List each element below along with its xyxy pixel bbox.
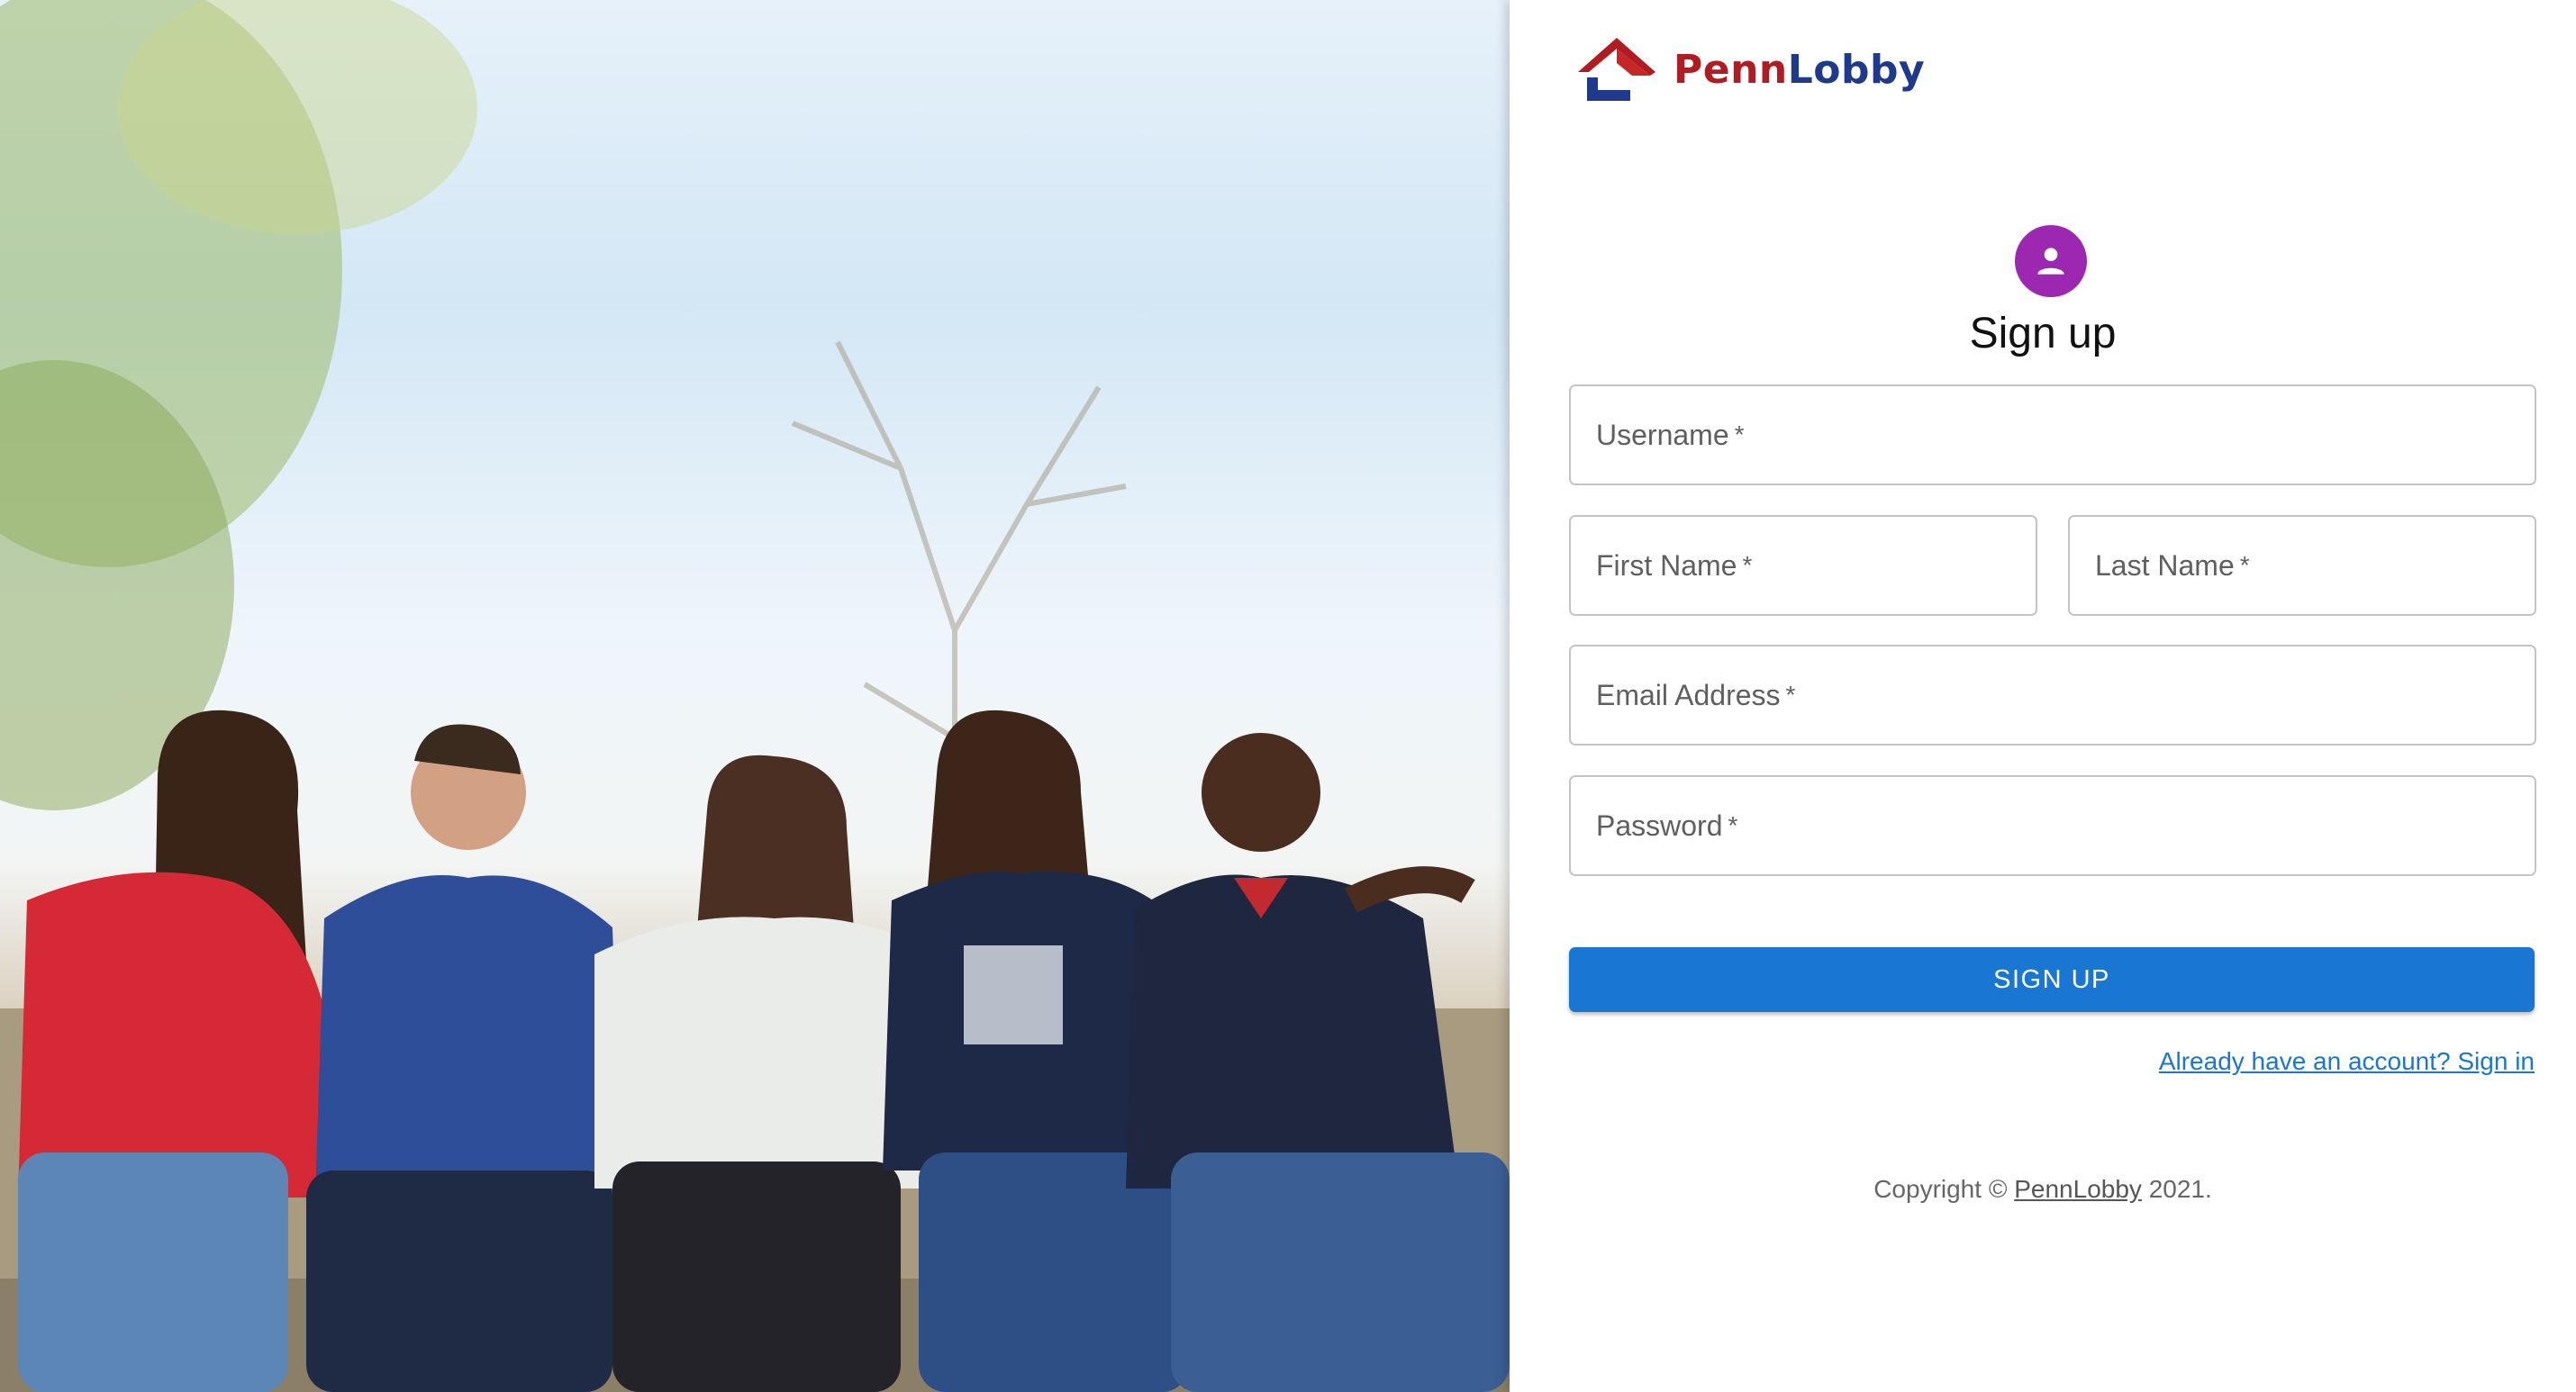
hero-photo <box>0 0 1510 1392</box>
required-marker: * <box>1728 811 1738 839</box>
sign-up-button[interactable]: SIGN UP <box>1569 947 2535 1012</box>
footer-brand-link[interactable]: PennLobby <box>2014 1175 2142 1203</box>
username-label: Username <box>1596 418 1729 451</box>
required-marker: * <box>1742 551 1753 579</box>
signup-panel: PennLobby Sign up Username * First Name * … <box>1510 0 2576 1392</box>
last-name-field[interactable]: Last Name * <box>2068 515 2536 616</box>
page-title: Sign up <box>1969 310 2117 357</box>
copyright-prefix: Copyright © <box>1873 1175 2015 1203</box>
brand-name: PennLobby <box>1673 46 1926 93</box>
first-name-field[interactable]: First Name * <box>1569 515 2037 616</box>
footer-copyright: Copyright © PennLobby 2021. <box>1510 1175 2576 1204</box>
house-icon <box>1578 38 1655 101</box>
group-photo-illustration <box>0 0 1510 1392</box>
person-icon <box>2037 248 2064 275</box>
sign-in-link[interactable]: Already have an account? Sign in <box>2159 1047 2535 1076</box>
last-name-label: Last Name <box>2095 548 2235 582</box>
required-marker: * <box>2239 551 2250 579</box>
username-field[interactable]: Username * <box>1569 384 2536 485</box>
avatar <box>2015 225 2087 297</box>
required-marker: * <box>1734 420 1745 448</box>
copyright-suffix: 2021. <box>2141 1175 2212 1203</box>
password-field[interactable]: Password * <box>1569 775 2536 876</box>
email-field[interactable]: Email Address * <box>1569 645 2536 746</box>
required-marker: * <box>1785 681 1796 709</box>
brand-logo[interactable]: PennLobby <box>1576 36 1925 103</box>
email-label: Email Address <box>1596 678 1781 711</box>
first-name-label: First Name <box>1596 548 1737 582</box>
password-label: Password <box>1596 809 1723 842</box>
